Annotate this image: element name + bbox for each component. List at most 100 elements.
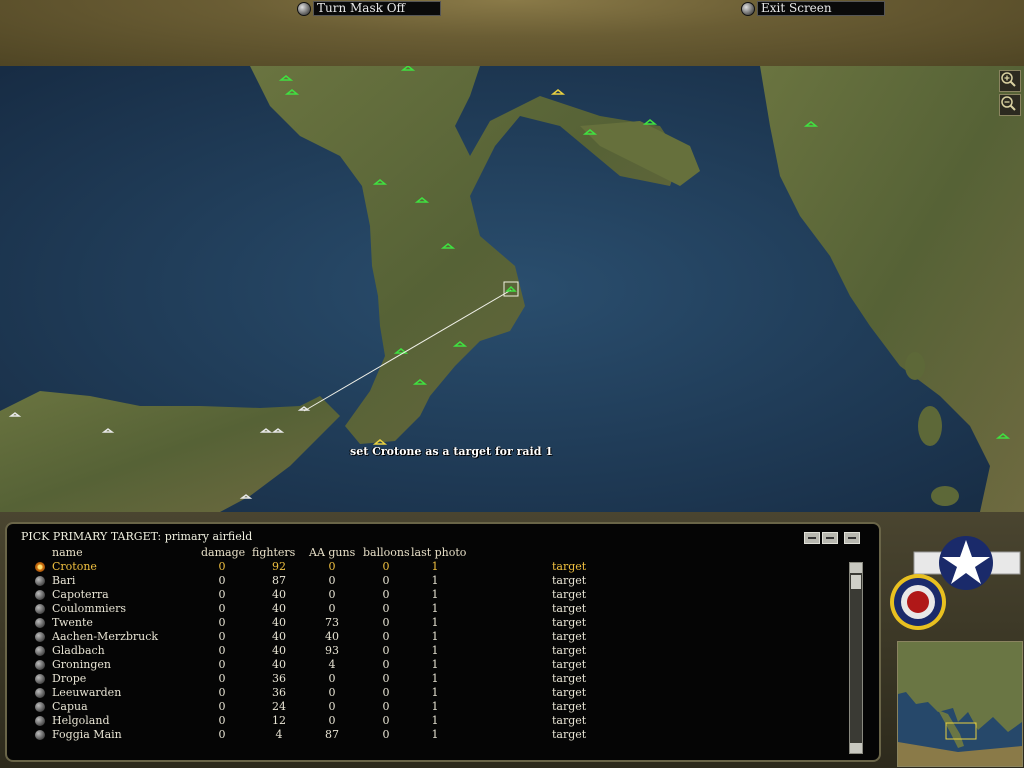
radio-icon[interactable] xyxy=(35,618,45,628)
target-damage: 0 xyxy=(218,602,226,615)
radio-icon[interactable] xyxy=(35,730,45,740)
target-last-photo: 1 xyxy=(431,644,439,657)
target-row[interactable]: Groningen 0 40 4 0 1 target xyxy=(7,658,847,672)
target-row[interactable]: Aachen-Merzbruck 0 40 40 0 1 target xyxy=(7,630,847,644)
target-name: Capua xyxy=(52,700,88,713)
column-header-last-photo[interactable]: last photo xyxy=(411,546,466,559)
target-fighters: 40 xyxy=(272,630,286,643)
target-row[interactable]: Capoterra 0 40 0 0 1 target xyxy=(7,588,847,602)
zoom-out-icon xyxy=(1001,96,1016,111)
exit-screen-label: Exit Screen xyxy=(757,1,885,16)
radio-icon[interactable] xyxy=(35,702,45,712)
target-balloons: 0 xyxy=(382,728,390,741)
overview-minimap[interactable] xyxy=(897,641,1023,767)
target-action[interactable]: target xyxy=(552,658,586,671)
target-action[interactable]: target xyxy=(552,602,586,615)
scroll-down-arrow-icon[interactable] xyxy=(850,743,862,753)
target-action[interactable]: target xyxy=(552,644,586,657)
target-action[interactable]: target xyxy=(552,686,586,699)
target-aa-guns: 4 xyxy=(328,658,336,671)
target-damage: 0 xyxy=(218,560,226,573)
target-damage: 0 xyxy=(218,574,226,587)
column-header-aa-guns[interactable]: AA guns xyxy=(309,546,355,559)
target-last-photo: 1 xyxy=(431,602,439,615)
target-damage: 0 xyxy=(218,616,226,629)
target-action[interactable]: target xyxy=(552,630,586,643)
target-balloons: 0 xyxy=(382,630,390,643)
target-action[interactable]: target xyxy=(552,616,586,629)
radio-icon[interactable] xyxy=(35,674,45,684)
radio-selected-icon[interactable] xyxy=(35,562,45,572)
target-row[interactable]: Capua 0 24 0 0 1 target xyxy=(7,700,847,714)
radio-icon[interactable] xyxy=(35,646,45,656)
radio-icon[interactable] xyxy=(35,604,45,614)
target-action[interactable]: target xyxy=(552,700,586,713)
target-damage: 0 xyxy=(218,658,226,671)
target-row[interactable]: Crotone 0 92 0 0 1 target xyxy=(7,560,847,574)
minimize-button[interactable] xyxy=(804,532,820,544)
target-row[interactable]: Helgoland 0 12 0 0 1 target xyxy=(7,714,847,728)
target-name: Capoterra xyxy=(52,588,109,601)
scroll-up-arrow-icon[interactable] xyxy=(850,563,862,573)
radio-icon[interactable] xyxy=(35,688,45,698)
target-name: Foggia Main xyxy=(52,728,122,741)
target-name: Leeuwarden xyxy=(52,686,122,699)
target-action[interactable]: target xyxy=(552,560,586,573)
target-name: Coulommiers xyxy=(52,602,127,615)
scroll-thumb[interactable] xyxy=(851,575,861,589)
target-aa-guns: 0 xyxy=(328,602,336,615)
target-row[interactable]: Twente 0 40 73 0 1 target xyxy=(7,616,847,630)
strategic-map[interactable]: set Crotone as a target for raid 1 xyxy=(0,66,1024,512)
target-action[interactable]: target xyxy=(552,574,586,587)
target-last-photo: 1 xyxy=(431,700,439,713)
radio-icon[interactable] xyxy=(35,576,45,586)
zoom-out-button[interactable] xyxy=(999,94,1021,116)
target-list: Crotone 0 92 0 0 1 target Bari 0 87 0 0 1 target Capot… xyxy=(7,560,847,742)
target-action[interactable]: target xyxy=(552,714,586,727)
target-action[interactable]: target xyxy=(552,588,586,601)
target-balloons: 0 xyxy=(382,644,390,657)
column-header-name[interactable]: name xyxy=(52,546,83,559)
target-fighters: 40 xyxy=(272,658,286,671)
target-name: Gladbach xyxy=(52,644,105,657)
usaaf-roundel-icon xyxy=(890,536,1021,630)
target-row[interactable]: Coulommiers 0 40 0 0 1 target xyxy=(7,602,847,616)
target-name: Bari xyxy=(52,574,76,587)
target-list-panel: PICK PRIMARY TARGET: primary airfield na… xyxy=(5,522,881,762)
target-last-photo: 1 xyxy=(431,658,439,671)
column-header-fighters[interactable]: fighters xyxy=(252,546,295,559)
target-last-photo: 1 xyxy=(431,588,439,601)
target-last-photo: 1 xyxy=(431,574,439,587)
radio-icon[interactable] xyxy=(35,660,45,670)
target-row[interactable]: Leeuwarden 0 36 0 0 1 target xyxy=(7,686,847,700)
target-row[interactable]: Gladbach 0 40 93 0 1 target xyxy=(7,644,847,658)
target-damage: 0 xyxy=(218,700,226,713)
target-row[interactable]: Bari 0 87 0 0 1 target xyxy=(7,574,847,588)
target-name: Twente xyxy=(52,616,93,629)
target-row[interactable]: Drope 0 36 0 0 1 target xyxy=(7,672,847,686)
target-balloons: 0 xyxy=(382,616,390,629)
target-aa-guns: 73 xyxy=(325,616,339,629)
target-balloons: 0 xyxy=(382,588,390,601)
target-aa-guns: 0 xyxy=(328,574,336,587)
target-action[interactable]: target xyxy=(552,672,586,685)
target-action[interactable]: target xyxy=(552,728,586,741)
target-fighters: 40 xyxy=(272,616,286,629)
target-name: Drope xyxy=(52,672,87,685)
target-damage: 0 xyxy=(218,588,226,601)
zoom-in-button[interactable] xyxy=(999,70,1021,92)
target-damage: 0 xyxy=(218,644,226,657)
list-scrollbar[interactable] xyxy=(849,562,863,754)
radio-icon[interactable] xyxy=(35,716,45,726)
close-button[interactable] xyxy=(844,532,860,544)
turn-mask-off-button[interactable]: Turn Mask Off xyxy=(297,1,441,16)
target-fighters: 92 xyxy=(272,560,286,573)
minimap-europe xyxy=(898,642,1022,766)
radio-icon[interactable] xyxy=(35,632,45,642)
column-header-balloons[interactable]: balloons xyxy=(363,546,410,559)
exit-screen-button[interactable]: Exit Screen xyxy=(741,1,885,16)
column-header-damage[interactable]: damage xyxy=(201,546,245,559)
restore-button[interactable] xyxy=(822,532,838,544)
target-row[interactable]: Foggia Main 0 4 87 0 1 target xyxy=(7,728,847,742)
radio-icon[interactable] xyxy=(35,590,45,600)
